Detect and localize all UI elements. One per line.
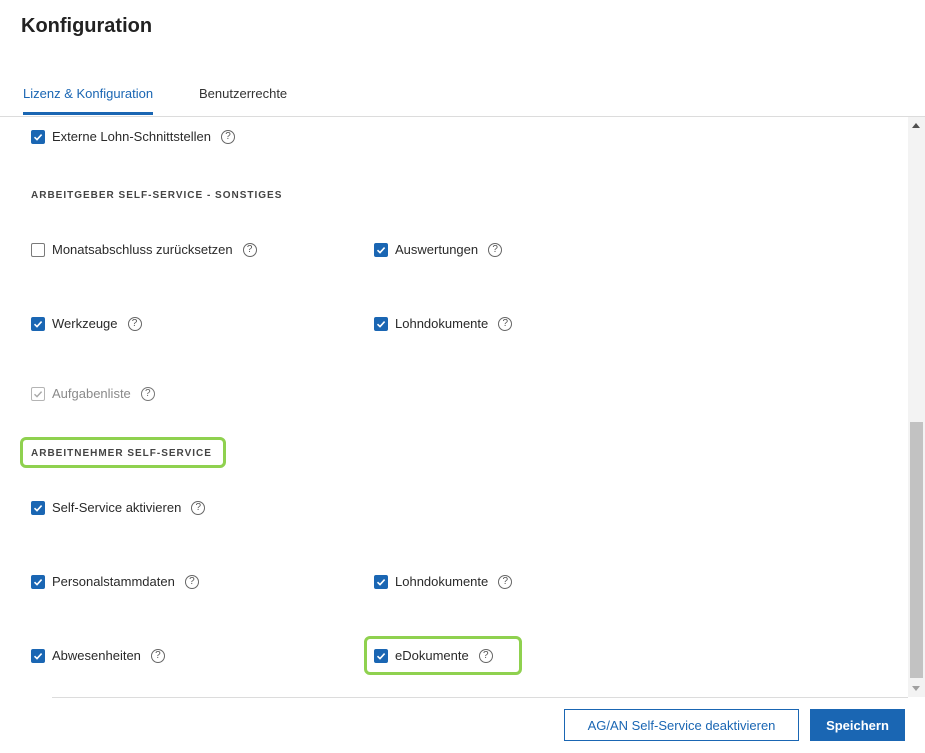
section-heading-an: ARBEITNEHMER SELF-SERVICE: [31, 448, 212, 459]
option-label: Lohndokumente: [395, 574, 489, 589]
checkmark-icon: [33, 578, 43, 586]
option-label: eDokumente: [395, 648, 469, 663]
option-label: Auswertungen: [395, 242, 479, 257]
help-icon[interactable]: ?: [191, 500, 206, 515]
scrollbar-thumb[interactable]: [910, 422, 923, 678]
option-label: Externe Lohn-Schnittstellen: [52, 129, 211, 144]
option-auswertungen[interactable]: Auswertungen ?: [374, 242, 503, 257]
page-title: Konfiguration: [21, 15, 153, 37]
help-icon[interactable]: ?: [150, 648, 165, 663]
checkmark-icon: [33, 320, 43, 328]
option-abwesenheiten[interactable]: Abwesenheiten ?: [31, 648, 165, 663]
option-lohndokumente-an[interactable]: Lohndokumente ?: [374, 574, 513, 589]
checkbox[interactable]: [31, 648, 45, 663]
checkbox[interactable]: [31, 500, 45, 515]
option-label: Monatsabschluss zurücksetzen: [52, 242, 233, 257]
option-label: Personalstammdaten: [52, 574, 175, 589]
checkbox[interactable]: [374, 242, 388, 257]
checkbox[interactable]: [31, 242, 45, 257]
option-externe-lohn-schnittstellen[interactable]: Externe Lohn-Schnittstellen ?: [31, 129, 235, 144]
option-werkzeuge[interactable]: Werkzeuge ?: [31, 316, 142, 331]
config-scroll-area: Externe Lohn-Schnittstellen ? ARBEITGEBE…: [0, 117, 908, 697]
footer-divider: [52, 697, 908, 698]
checkbox[interactable]: [374, 574, 388, 589]
tab-benutzerrechte[interactable]: Benutzerrechte: [199, 86, 287, 101]
help-icon[interactable]: ?: [127, 316, 142, 331]
option-label: Aufgabenliste: [52, 386, 131, 401]
help-icon[interactable]: ?: [498, 574, 513, 589]
checkbox[interactable]: [31, 316, 45, 331]
scroll-up-arrow-icon[interactable]: [912, 123, 920, 128]
option-label: Abwesenheiten: [52, 648, 141, 663]
save-button[interactable]: Speichern: [810, 709, 905, 741]
tab-bar: Lizenz & Konfiguration Benutzerrechte: [0, 86, 925, 117]
help-icon[interactable]: ?: [498, 316, 513, 331]
help-icon[interactable]: ?: [140, 386, 155, 401]
checkmark-icon: [376, 578, 386, 586]
option-edokumente[interactable]: eDokumente ?: [374, 648, 493, 663]
vertical-scrollbar[interactable]: [908, 117, 925, 697]
checkbox[interactable]: [31, 574, 45, 589]
checkbox[interactable]: [31, 129, 45, 144]
checkbox-disabled: [31, 386, 45, 401]
checkmark-icon: [33, 133, 43, 141]
checkbox[interactable]: [374, 648, 388, 663]
option-self-service-aktivieren[interactable]: Self-Service aktivieren ?: [31, 500, 206, 515]
option-personalstammdaten[interactable]: Personalstammdaten ?: [31, 574, 199, 589]
help-icon[interactable]: ?: [184, 574, 199, 589]
option-label: Lohndokumente: [395, 316, 489, 331]
option-aufgabenliste: Aufgabenliste ?: [31, 386, 155, 401]
option-monatsabschluss-zuruecksetzen[interactable]: Monatsabschluss zurücksetzen ?: [31, 242, 257, 257]
checkmark-icon: [33, 504, 43, 512]
tab-lizenz-konfiguration[interactable]: Lizenz & Konfiguration: [23, 86, 154, 115]
checkmark-icon: [34, 390, 43, 398]
option-lohndokumente-ag[interactable]: Lohndokumente ?: [374, 316, 513, 331]
checkmark-icon: [376, 320, 386, 328]
help-icon[interactable]: ?: [242, 242, 257, 257]
section-heading-ag-sonstiges: ARBEITGEBER SELF-SERVICE - SONSTIGES: [31, 190, 283, 201]
help-icon[interactable]: ?: [488, 242, 503, 257]
deactivate-self-service-button[interactable]: AG/AN Self-Service deaktivieren: [564, 709, 799, 741]
scroll-down-arrow-icon[interactable]: [912, 686, 920, 691]
option-label: Self-Service aktivieren: [52, 500, 182, 515]
checkmark-icon: [33, 652, 43, 660]
checkmark-icon: [376, 246, 386, 254]
checkbox[interactable]: [374, 316, 388, 331]
help-icon[interactable]: ?: [220, 129, 235, 144]
checkmark-icon: [376, 652, 386, 660]
option-label: Werkzeuge: [52, 316, 118, 331]
help-icon[interactable]: ?: [478, 648, 493, 663]
